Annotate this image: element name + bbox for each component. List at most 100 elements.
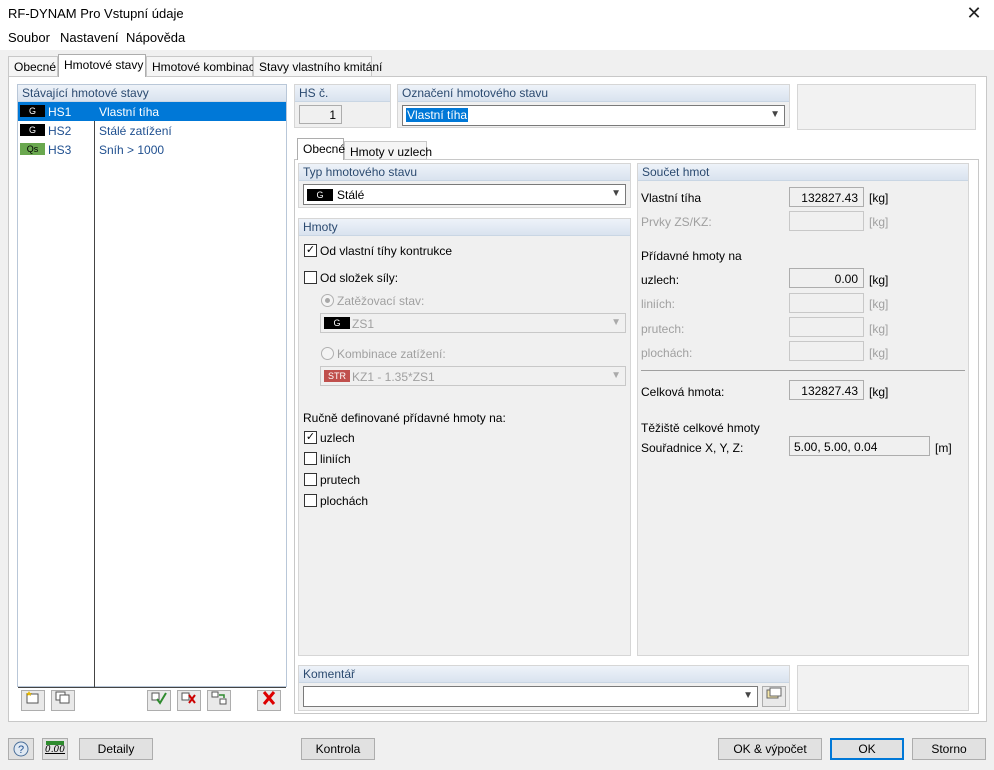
elements-label: Prvky ZS/KZ: <box>641 215 712 229</box>
combination-label: Kombinace zatížení: <box>337 347 446 361</box>
self-weight-sum-value: 132827.43 <box>801 191 858 205</box>
check-button[interactable]: Kontrola <box>301 738 375 760</box>
mass-sum-group: Součet hmot Vlastní tíha 132827.43 [kg] … <box>637 163 969 656</box>
hs-number-value: 1 <box>329 108 336 122</box>
surfaces-label: plochách: <box>641 346 693 360</box>
comment-combo[interactable]: ▼ <box>303 686 758 707</box>
unit-kg: [kg] <box>869 215 889 229</box>
manual-members-label: prutech <box>320 473 361 487</box>
help-icon[interactable]: ? <box>8 738 34 760</box>
surfaces-field <box>789 341 864 361</box>
manual-surfaces-checkbox[interactable] <box>304 494 317 507</box>
tab-sub-obecne[interactable]: Obecné <box>297 138 345 160</box>
nodes-value: 0.00 <box>834 272 858 286</box>
manual-surfaces-label: plochách <box>320 494 369 508</box>
self-weight-sum-label: Vlastní tíha <box>641 191 702 205</box>
total-mass-field: 132827.43 <box>789 380 864 400</box>
combination-value: KZ1 - 1.35*ZS1 <box>352 370 435 384</box>
chevron-down-icon: ▼ <box>611 370 621 381</box>
badge-qs: Qs <box>20 143 45 155</box>
manual-lines-label: liniích <box>320 452 351 466</box>
tab-hmoty-v-uzlech[interactable]: Hmoty v uzlech <box>344 141 432 161</box>
manual-lines-checkbox[interactable] <box>304 452 317 465</box>
details-button[interactable]: Detaily <box>79 738 153 760</box>
unit-kg: [kg] <box>869 385 889 399</box>
manual-nodes-checkbox[interactable]: ✓ <box>304 431 317 444</box>
coords-value: 5.00, 5.00, 0.04 <box>794 440 878 454</box>
ok-calculate-button[interactable]: OK & výpočet <box>718 738 822 760</box>
menu-bar: Soubor Nastavení Nápověda <box>0 28 994 50</box>
window-title: RF-DYNAM Pro Vstupní údaje <box>8 6 184 21</box>
type-combo[interactable]: G Stálé ▼ <box>303 184 626 205</box>
list-item[interactable]: G HS1 Vlastní tíha <box>18 102 286 121</box>
badge-g: G <box>307 189 333 201</box>
type-group: Typ hmotového stavu G Stálé ▼ <box>298 163 631 208</box>
type-label: Typ hmotového stavu <box>299 164 630 181</box>
members-label: prutech: <box>641 322 685 336</box>
designation-combo[interactable]: Vlastní tíha ▼ <box>402 105 785 126</box>
load-case-combo[interactable]: G ZS1 ▼ <box>320 313 626 333</box>
manual-masses-label: Ručně definované přídavné hmoty na: <box>303 411 506 425</box>
total-mass-label: Celková hmota: <box>641 385 725 399</box>
tab-obecne[interactable]: Obecné <box>8 56 58 76</box>
unit-kg: [kg] <box>869 273 889 287</box>
list-item-name: Vlastní tíha <box>99 105 160 119</box>
mass-sum-label: Součet hmot <box>638 164 968 181</box>
unit-kg: [kg] <box>869 191 889 205</box>
tab-hmotove-stavy[interactable]: Hmotové stavy <box>58 54 146 77</box>
tab-hmotove-kombinace[interactable]: Hmotové kombinace <box>146 56 261 76</box>
designation-group: Označení hmotového stavu Vlastní tíha ▼ <box>397 84 790 128</box>
menu-napoveda[interactable]: Nápověda <box>126 30 185 45</box>
elements-field <box>789 211 864 231</box>
force-components-checkbox[interactable] <box>304 271 317 284</box>
copy-case-icon[interactable] <box>51 690 75 711</box>
badge-g: G <box>20 124 45 136</box>
unit-kg: [kg] <box>869 322 889 336</box>
menu-nastaveni[interactable]: Nastavení <box>60 30 119 45</box>
chevron-down-icon: ▼ <box>770 109 780 120</box>
list-item[interactable]: G HS2 Stálé zatížení <box>18 121 286 140</box>
load-case-radio[interactable] <box>321 294 334 307</box>
chevron-down-icon: ▼ <box>611 188 621 199</box>
list-column-divider <box>94 102 95 687</box>
units-icon[interactable]: 0.00 <box>42 738 68 760</box>
comment-library-icon[interactable] <box>762 686 786 707</box>
badge-g: G <box>20 105 45 117</box>
self-weight-checkbox[interactable]: ✓ <box>304 244 317 257</box>
manual-members-checkbox[interactable] <box>304 473 317 486</box>
info-panel-top <box>797 84 976 130</box>
additional-masses-label: Přídavné hmoty na <box>641 249 742 263</box>
mass-list-header: Stávající hmotové stavy <box>18 85 286 102</box>
combination-radio[interactable] <box>321 347 334 360</box>
uncheck-all-icon[interactable] <box>177 690 201 711</box>
lines-label: liniích: <box>641 297 676 311</box>
combination-combo[interactable]: STR KZ1 - 1.35*ZS1 ▼ <box>320 366 626 386</box>
close-icon[interactable]: ✕ <box>964 3 984 24</box>
force-components-label: Od složek síly: <box>320 271 399 285</box>
list-item-name: Sníh > 1000 <box>99 143 165 157</box>
nodes-field: 0.00 <box>789 268 864 288</box>
hs-number-group: HS č. 1 <box>294 84 391 128</box>
unit-kg: [kg] <box>869 297 889 311</box>
load-case-value: ZS1 <box>352 317 375 331</box>
coords-label: Souřadnice X, Y, Z: <box>641 441 744 455</box>
unit-m: [m] <box>935 441 952 455</box>
check-all-icon[interactable] <box>147 690 171 711</box>
coords-field: 5.00, 5.00, 0.04 <box>789 436 930 456</box>
info-panel-bottom <box>797 665 969 711</box>
tab-stavy-vlastniho-kmitani[interactable]: Stavy vlastního kmitání <box>253 56 382 76</box>
ok-button[interactable]: OK <box>830 738 904 760</box>
cancel-button[interactable]: Storno <box>912 738 986 760</box>
delete-icon[interactable] <box>257 690 281 711</box>
list-item[interactable]: Qs HS3 Sníh > 1000 <box>18 140 286 159</box>
self-weight-label: Od vlastní tíhy kontrukce <box>320 244 453 258</box>
title-bar: RF-DYNAM Pro Vstupní údaje ✕ <box>0 0 994 28</box>
divider <box>641 370 965 371</box>
menu-soubor[interactable]: Soubor <box>8 30 50 45</box>
type-value: Stálé <box>337 188 365 202</box>
lines-field <box>789 293 864 313</box>
renumber-icon[interactable] <box>207 690 231 711</box>
hs-number-field: 1 <box>299 105 342 124</box>
masses-group: Hmoty ✓ Od vlastní tíhy kontrukce Od slo… <box>298 218 631 656</box>
new-case-icon[interactable] <box>21 690 45 711</box>
